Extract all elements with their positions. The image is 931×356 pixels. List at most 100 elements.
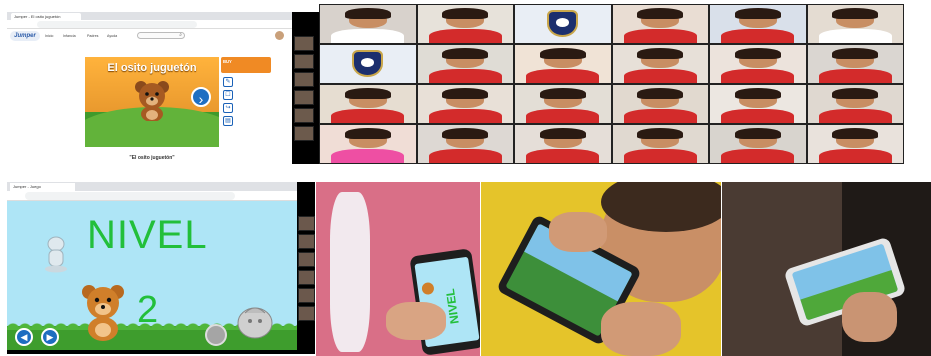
search-icon[interactable]: ⌕ xyxy=(179,32,182,38)
participant-thumb[interactable] xyxy=(298,234,315,249)
participant-video-tile[interactable] xyxy=(806,44,904,84)
participant-hair xyxy=(832,88,879,99)
child-hand xyxy=(601,302,681,356)
side-item-comment[interactable]: ☐ xyxy=(223,90,271,101)
participant-thumb[interactable] xyxy=(298,306,315,321)
prev-button[interactable]: ◀ xyxy=(15,328,33,346)
browser-tab[interactable]: Jumper - El osito juguetón xyxy=(11,13,81,20)
participant-video-tile[interactable] xyxy=(319,4,417,44)
participant-video-tile[interactable] xyxy=(514,124,612,164)
side-item-share[interactable]: ↪ xyxy=(223,103,271,114)
participant-hair xyxy=(637,8,684,19)
participant-shirt xyxy=(721,28,795,43)
participant-hair xyxy=(442,48,489,59)
participant-video-tile[interactable] xyxy=(611,84,709,124)
participant-thumb[interactable] xyxy=(294,54,314,69)
school-crest-tile[interactable] xyxy=(514,4,612,44)
participant-thumb[interactable] xyxy=(294,90,314,105)
participant-thumb[interactable] xyxy=(294,108,314,123)
game-caption: "El osito juguetón" xyxy=(129,155,175,161)
next-button[interactable]: ▶ xyxy=(41,328,59,346)
participant-hair xyxy=(734,8,781,19)
participant-video-tile[interactable] xyxy=(611,124,709,164)
participant-thumb[interactable] xyxy=(294,72,314,87)
participant-shirt xyxy=(623,148,697,163)
participant-hair xyxy=(539,48,586,59)
play-arrow-button[interactable]: › xyxy=(191,87,211,107)
participant-thumb[interactable] xyxy=(298,288,315,303)
participant-thumb[interactable] xyxy=(298,252,315,267)
participant-hair xyxy=(734,128,781,139)
participant-video-tile[interactable] xyxy=(806,84,904,124)
browser-window-intro: Jumper - El osito juguetón Jumper Inicio… xyxy=(7,12,319,164)
crest-icon xyxy=(352,50,384,77)
participant-video-tile[interactable] xyxy=(416,44,514,84)
participant-shirt xyxy=(428,148,502,163)
participant-hair xyxy=(442,128,489,139)
action-button[interactable] xyxy=(205,324,227,346)
participant-video-tile[interactable] xyxy=(611,44,709,84)
child-hand xyxy=(549,212,607,252)
video-call-grid xyxy=(319,4,904,164)
game-title: El osito juguetón xyxy=(107,62,197,74)
participant-thumb[interactable] xyxy=(298,216,315,231)
participant-shirt xyxy=(721,148,795,163)
edit-icon: ✎ xyxy=(223,77,233,87)
participant-shirt xyxy=(623,108,697,123)
participant-video-tile[interactable] xyxy=(709,4,807,44)
participant-video-tile[interactable] xyxy=(806,124,904,164)
participant-video-tile[interactable] xyxy=(514,44,612,84)
bear-character[interactable] xyxy=(79,283,127,341)
participant-shirt xyxy=(428,108,502,123)
share-icon: ↪ xyxy=(223,103,233,113)
participant-hair xyxy=(442,88,489,99)
url-field[interactable] xyxy=(37,21,197,28)
browser-window-level: Jumper - Juego NIVEL 2 ◀ ▶ xyxy=(7,182,315,354)
nav-item-infancia[interactable]: Infancia xyxy=(63,34,76,38)
nav-item-padres[interactable]: Padres xyxy=(87,34,98,38)
participant-hair xyxy=(539,88,586,99)
participant-shirt xyxy=(721,68,795,83)
participant-shirt xyxy=(623,68,697,83)
participant-video-tile[interactable] xyxy=(416,124,514,164)
nav-item-inicio[interactable]: Inicio xyxy=(45,34,53,38)
game-cover[interactable]: El osito juguetón › xyxy=(85,57,219,147)
participant-video-tile[interactable] xyxy=(709,44,807,84)
url-field[interactable] xyxy=(25,192,235,200)
participant-video-tile[interactable] xyxy=(514,84,612,124)
site-logo[interactable]: Jumper xyxy=(10,31,40,41)
side-item-book[interactable]: ▤ xyxy=(223,116,271,127)
address-bar xyxy=(7,20,292,29)
participant-thumb[interactable] xyxy=(294,126,314,141)
participant-shirt xyxy=(818,148,892,163)
participant-thumb[interactable] xyxy=(294,36,314,51)
search-input[interactable]: ⌕ xyxy=(137,32,185,39)
participant-video-tile[interactable] xyxy=(416,84,514,124)
school-crest-tile[interactable] xyxy=(319,44,417,84)
participant-thumb[interactable] xyxy=(298,270,315,285)
photo-child-tablet-3 xyxy=(722,182,931,356)
participant-video-tile[interactable] xyxy=(611,4,709,44)
participant-shirt xyxy=(526,148,600,163)
participant-video-tile[interactable] xyxy=(319,124,417,164)
participant-hair xyxy=(344,8,391,19)
participant-video-tile[interactable] xyxy=(709,84,807,124)
participant-hair xyxy=(442,8,489,19)
participant-shirt xyxy=(331,108,405,123)
participant-video-tile[interactable] xyxy=(319,84,417,124)
participant-video-tile[interactable] xyxy=(806,4,904,44)
photo-child-tablet-2 xyxy=(481,182,721,356)
participant-video-tile[interactable] xyxy=(416,4,514,44)
buy-button[interactable]: BUY xyxy=(221,57,271,73)
participant-hair xyxy=(539,128,586,139)
participant-shirt xyxy=(623,28,697,43)
side-item-edit[interactable]: ✎ xyxy=(223,77,271,88)
avatar[interactable] xyxy=(275,31,284,40)
participant-video-tile[interactable] xyxy=(709,124,807,164)
browser-tab[interactable]: Jumper - Juego xyxy=(10,183,75,191)
participant-hair xyxy=(734,88,781,99)
participant-hair xyxy=(832,8,879,19)
nav-item-ayuda[interactable]: Ayuda xyxy=(107,34,117,38)
participant-shirt xyxy=(331,148,405,163)
level-label: NIVEL xyxy=(87,213,208,257)
